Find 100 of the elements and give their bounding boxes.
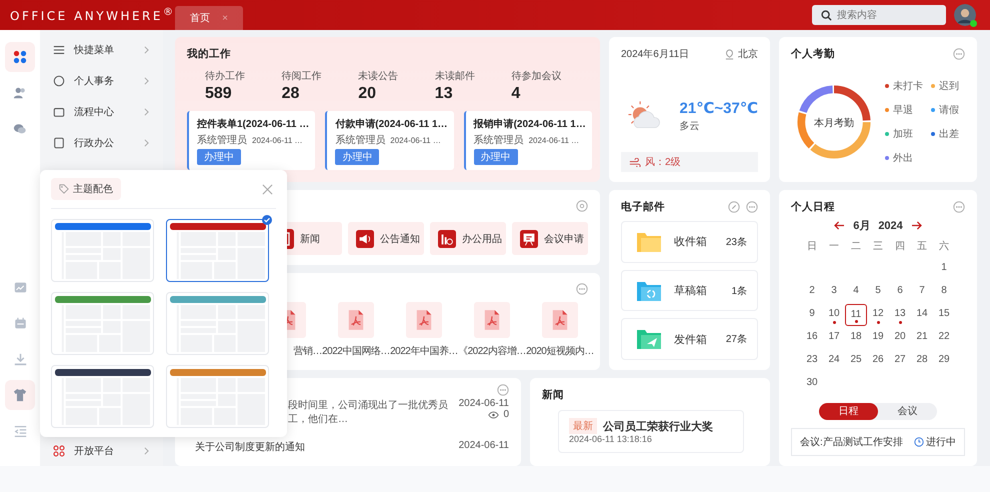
calendar-day[interactable]: 5 bbox=[867, 281, 889, 303]
calendar-day[interactable]: 4 bbox=[845, 281, 867, 303]
file-name[interactable]: 营销… bbox=[294, 344, 322, 358]
calendar-day[interactable]: 11 bbox=[845, 304, 867, 326]
location-icon bbox=[725, 48, 734, 60]
wind-level: 风：2级 bbox=[645, 156, 681, 169]
search-field[interactable]: 搜索内容 bbox=[812, 5, 946, 25]
event-card[interactable]: 会议:产品测试工作安排 进行中 bbox=[791, 428, 965, 456]
menu-item[interactable]: 行政办公 bbox=[40, 127, 163, 158]
calendar-day[interactable]: 27 bbox=[889, 350, 911, 372]
schedule-tab[interactable]: 日程 bbox=[819, 403, 878, 420]
calendar-day[interactable]: 14 bbox=[911, 304, 933, 326]
file-name[interactable]: 《2022内容增… bbox=[458, 344, 526, 358]
more-icon[interactable] bbox=[953, 48, 965, 60]
app-shortcut[interactable]: 办公用品 bbox=[430, 222, 506, 255]
calendar-year: 2024 bbox=[878, 220, 903, 232]
calendar-day[interactable]: 17 bbox=[823, 327, 845, 349]
close-icon[interactable] bbox=[262, 184, 273, 194]
mailbox-tile[interactable]: 发件箱 27条 bbox=[621, 318, 758, 360]
pdf-file-icon[interactable] bbox=[406, 302, 442, 338]
chevron-icon bbox=[144, 108, 149, 116]
calendar-day[interactable]: 23 bbox=[801, 350, 823, 372]
workflow-menu-icon bbox=[53, 106, 65, 118]
task-card[interactable]: 报销申请(2024-06-11 1… 系统管理员 2024-06-11 … 办理中 bbox=[464, 111, 592, 170]
tag-icon bbox=[59, 184, 69, 194]
pdf-file-icon[interactable] bbox=[542, 302, 578, 338]
calendar-day[interactable]: 12 bbox=[867, 304, 889, 326]
app-shortcut[interactable]: 公告通知 bbox=[348, 222, 424, 255]
calendar-day[interactable]: 3 bbox=[823, 281, 845, 303]
theme-color-tab[interactable]: 主题配色 bbox=[51, 178, 121, 200]
task-card[interactable]: 付款申请(2024-06-11 1… 系统管理员 2024-06-11 … 办理中 bbox=[325, 111, 454, 170]
notice-title[interactable]: 关于公司制度更新的通知 bbox=[195, 440, 305, 454]
calendar-day[interactable]: 21 bbox=[911, 327, 933, 349]
mailbox-tile[interactable]: 收件箱 23条 bbox=[621, 221, 758, 263]
menu-item[interactable]: 快捷菜单 bbox=[40, 34, 163, 65]
calendar-day[interactable]: 7 bbox=[911, 281, 933, 303]
wind-icon bbox=[629, 158, 641, 166]
news-item[interactable]: 最新 公司员工荣获行业大奖 2024-06-11 13:18:16 bbox=[558, 410, 744, 453]
calendar-day[interactable]: 30 bbox=[801, 373, 823, 395]
calendar-day[interactable]: 1 bbox=[933, 258, 955, 280]
calendar-day[interactable]: 22 bbox=[933, 327, 955, 349]
previous-month-arrow-icon[interactable] bbox=[834, 221, 846, 230]
more-icon[interactable] bbox=[576, 283, 588, 295]
mailbox-tile[interactable]: 草稿箱 1条 bbox=[621, 270, 758, 312]
calendar-day[interactable]: 28 bbox=[911, 350, 933, 372]
menu-item[interactable]: 开放平台 bbox=[40, 435, 163, 466]
user-avatar[interactable] bbox=[954, 4, 976, 26]
calendar-day[interactable]: 25 bbox=[845, 350, 867, 372]
more-icon[interactable] bbox=[746, 201, 758, 213]
task-date: 2024-06-11 … bbox=[252, 136, 303, 144]
calendar-day[interactable]: 8 bbox=[933, 281, 955, 303]
more-icon[interactable] bbox=[497, 384, 509, 396]
pdf-file-icon[interactable] bbox=[338, 302, 374, 338]
stat-value: 28 bbox=[282, 85, 300, 103]
calendar-day[interactable]: 20 bbox=[889, 327, 911, 349]
next-month-arrow-icon[interactable] bbox=[910, 221, 922, 230]
calendar-day[interactable]: 24 bbox=[823, 350, 845, 372]
file-name[interactable]: 2022中国网络… bbox=[322, 344, 390, 358]
mailbox-name: 草稿箱 bbox=[674, 284, 708, 298]
logo-text: OFFICE ANYWHERE$^{®}$ bbox=[10, 7, 175, 23]
more-icon[interactable] bbox=[953, 201, 965, 213]
calendar-day[interactable]: 6 bbox=[889, 281, 911, 303]
task-card[interactable]: 控件表单1(2024-06-11 … 系统管理员 2024-06-11 … 办理中 bbox=[187, 111, 316, 170]
calendar-day[interactable]: 19 bbox=[867, 327, 889, 349]
theme-rail-icon[interactable] bbox=[5, 380, 35, 410]
notice-date: 2024-06-11 bbox=[458, 440, 509, 451]
calendar-day[interactable]: 16 bbox=[801, 327, 823, 349]
pdf-file-icon[interactable] bbox=[474, 302, 510, 338]
schedule-tab[interactable]: 会议 bbox=[878, 403, 937, 420]
settings-icon[interactable] bbox=[576, 200, 588, 212]
calendar-day[interactable]: 9 bbox=[801, 304, 823, 326]
weekday-label: 四 bbox=[894, 240, 906, 254]
menu-item[interactable]: 流程中心 bbox=[40, 96, 163, 127]
calendar-day[interactable]: 13 bbox=[889, 304, 911, 326]
app-shortcut[interactable]: 会议申请 bbox=[512, 222, 588, 255]
check-icon bbox=[262, 215, 272, 225]
calendar-day[interactable]: 15 bbox=[933, 304, 955, 326]
apps-rail-icon[interactable] bbox=[5, 42, 35, 72]
legend-label: 迟到 bbox=[939, 80, 959, 93]
stat-value: 20 bbox=[358, 85, 377, 103]
calendar-day[interactable]: 29 bbox=[933, 350, 955, 372]
calendar-month: 6月 bbox=[853, 219, 870, 233]
legend-label: 请假 bbox=[939, 104, 959, 117]
stat-value: 589 bbox=[205, 85, 233, 103]
weekday-label: 五 bbox=[916, 240, 928, 254]
card-title: 我的工作 bbox=[187, 47, 232, 61]
file-name[interactable]: 2020短视频内… bbox=[526, 344, 594, 358]
calendar-day[interactable]: 26 bbox=[867, 350, 889, 372]
task-title: 报销申请(2024-06-11 1… bbox=[474, 118, 586, 131]
menu-item[interactable]: 个人事务 bbox=[40, 65, 163, 96]
file-name[interactable]: 2022年中国养… bbox=[390, 344, 458, 358]
calendar-day[interactable]: 2 bbox=[801, 281, 823, 303]
notice-app-icon bbox=[356, 228, 374, 248]
calendar-day[interactable]: 10 bbox=[823, 304, 845, 326]
calendar-day[interactable]: 18 bbox=[845, 327, 867, 349]
edit-icon[interactable] bbox=[728, 201, 740, 213]
page-tab[interactable]: 首页 × bbox=[175, 6, 243, 30]
task-user: 系统管理员 bbox=[335, 134, 386, 147]
donut-center-label: 本月考勤 bbox=[813, 116, 855, 130]
stat-label: 待参加会议 bbox=[511, 70, 562, 83]
